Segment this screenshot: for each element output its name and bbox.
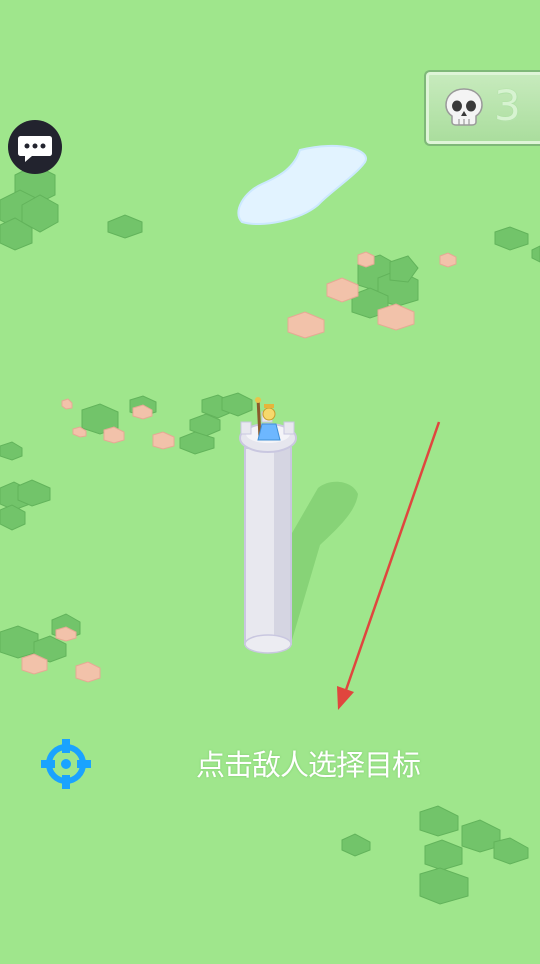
target-select-button[interactable] — [40, 738, 92, 790]
kill-counter-panel — [424, 70, 540, 146]
hint-text: 点击敌人选择目标 — [196, 748, 421, 782]
tower-shadow — [286, 481, 358, 650]
direction-arrow — [337, 421, 441, 710]
skull-icon — [445, 88, 483, 126]
crosshair-icon — [41, 739, 91, 789]
chat-button[interactable] — [8, 120, 62, 174]
water-pond — [237, 144, 367, 225]
hero-character[interactable] — [255, 397, 281, 441]
tower[interactable] — [239, 411, 297, 654]
rocks — [21, 251, 457, 683]
kill-count: 3 — [494, 81, 521, 130]
chat-bubble-icon — [18, 136, 52, 162]
